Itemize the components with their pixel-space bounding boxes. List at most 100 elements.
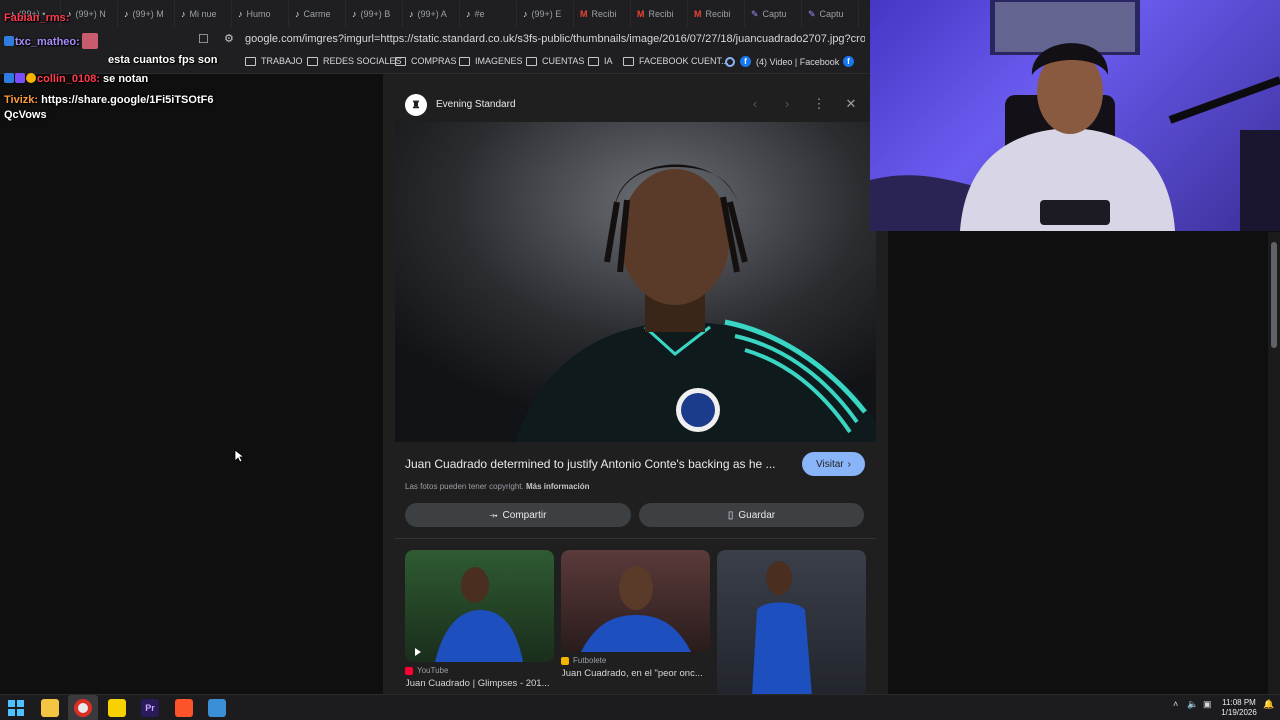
gmail-icon: M xyxy=(637,9,645,19)
next-arrow-icon[interactable]: › xyxy=(779,96,795,111)
windows-start-icon[interactable] xyxy=(7,699,25,717)
tiktok-icon: ♪ xyxy=(523,9,528,19)
photos-icon[interactable] xyxy=(208,699,226,717)
bookmark-compras[interactable]: COMPRAS xyxy=(395,56,457,66)
browser-tab[interactable]: ♪ (99+) M xyxy=(118,1,175,27)
tray-overflow-icon[interactable]: ˄ xyxy=(1173,699,1178,709)
streamer-webcam xyxy=(870,0,1280,231)
bookmark-facebook-cuentas[interactable]: FACEBOOK CUENT... xyxy=(623,56,729,66)
player-photo xyxy=(581,566,691,652)
webcam-feed xyxy=(870,0,1280,231)
badge-icon xyxy=(4,36,14,46)
brave-browser-icon[interactable] xyxy=(175,699,193,717)
facebook-icon[interactable]: f xyxy=(843,56,854,67)
mouse-cursor-icon xyxy=(234,449,244,463)
bookmark-cuentas[interactable]: CUENTAS xyxy=(526,56,584,66)
image-viewer-panel: ♜ Evening Standard ‹ › ⋮ ✕ Juan Cuadrado… xyxy=(383,74,888,696)
related-title: Juan Cuadrado, en el "peor onc... xyxy=(561,668,703,679)
source-name: Evening Standard xyxy=(436,99,516,110)
tiktok-icon: ♪ xyxy=(238,9,243,19)
image-caption[interactable]: Juan Cuadrado determined to justify Anto… xyxy=(405,457,790,471)
tiktok-icon: ♪ xyxy=(352,9,357,19)
tiktok-icon: ♪ xyxy=(124,9,129,19)
browser-tab[interactable]: ♪ Mi nue xyxy=(175,1,232,27)
volume-icon[interactable]: 🔈 xyxy=(1187,699,1198,710)
bookmark-icon[interactable]: ☐ xyxy=(198,32,212,48)
premiere-icon[interactable]: Pr xyxy=(141,699,159,717)
more-info-link[interactable]: Más información xyxy=(526,482,590,491)
bookmark-ia[interactable]: IA xyxy=(588,56,613,66)
source-logo-icon: ♜ xyxy=(405,94,427,116)
gmail-icon: M xyxy=(694,9,702,19)
browser-tab[interactable]: ♪ Carme xyxy=(289,1,346,27)
player-photo xyxy=(435,567,523,662)
related-image[interactable] xyxy=(717,550,866,696)
site-settings-icon[interactable]: ⚙ xyxy=(224,32,234,45)
obs-icon[interactable] xyxy=(74,699,92,717)
related-image[interactable]: YouTube Juan Cuadrado | Glimpses - 201..… xyxy=(405,550,554,689)
bookmark-redes-sociales[interactable]: REDES SOCIALES xyxy=(307,56,402,66)
system-clock[interactable]: 11:08 PM 1/19/2026 xyxy=(1216,698,1262,718)
futbolete-icon xyxy=(561,656,569,665)
share-button[interactable]: ⤞ Compartir xyxy=(405,503,631,527)
emote-icon xyxy=(81,33,98,49)
chat-message: txc_matheo: xyxy=(4,33,98,49)
visit-button[interactable]: Visitar › xyxy=(802,452,865,476)
file-explorer-icon[interactable] xyxy=(41,699,59,717)
previous-arrow-icon[interactable]: ‹ xyxy=(747,96,763,111)
address-bar: ☐ ⚙ google.com/imgres?imgurl=https://sta… xyxy=(0,28,870,52)
folder-icon xyxy=(526,56,537,66)
main-image[interactable] xyxy=(395,122,876,442)
browser-tab[interactable]: M Recibi xyxy=(574,1,631,27)
related-image-thumbnail xyxy=(561,550,710,652)
url-field[interactable]: google.com/imgres?imgurl=https://static.… xyxy=(245,33,865,45)
facebook-icon: f xyxy=(740,56,751,67)
folder-icon xyxy=(307,56,318,66)
browser-tab[interactable]: M Recibi xyxy=(631,1,688,27)
taskbar: Pr ˄ 🔈 ▣ 11:08 PM 1/19/2026 🔔 xyxy=(0,694,1280,720)
tiktok-icon: ♪ xyxy=(466,9,471,19)
viewer-header: ♜ Evening Standard ‹ › ⋮ ✕ xyxy=(383,74,888,122)
related-image[interactable]: Futbolete Juan Cuadrado, en el "peor onc… xyxy=(561,550,710,679)
player-photo xyxy=(395,122,876,442)
scrollbar-thumb[interactable] xyxy=(1271,242,1277,348)
folder-icon xyxy=(588,56,599,66)
network-icon[interactable]: ▣ xyxy=(1203,699,1212,710)
browser-tab[interactable]: ♪ (99+) E xyxy=(517,1,574,27)
browser-tab[interactable]: M Recibi xyxy=(688,1,745,27)
browser-tab[interactable]: ✎ Captu xyxy=(745,1,802,27)
gmail-icon: M xyxy=(580,9,588,19)
folder-icon xyxy=(245,56,256,66)
more-options-icon[interactable]: ⋮ xyxy=(811,96,827,112)
badge-icon xyxy=(26,73,36,83)
notification-bell-icon[interactable]: 🔔 xyxy=(1263,699,1274,710)
browser-tab[interactable]: ♪ (99+) B xyxy=(346,1,403,27)
save-button[interactable]: ▯ Guardar xyxy=(639,503,864,527)
chrome-icon xyxy=(725,56,735,67)
bookmark-facebook-video[interactable]: f (4) Video | Facebook xyxy=(725,56,839,67)
browser-tab[interactable]: ♪ (99+) N xyxy=(61,1,118,27)
divider xyxy=(395,538,876,539)
browser-tab[interactable]: ♪ Humo xyxy=(232,1,289,27)
badge-icon xyxy=(15,73,25,83)
related-image-thumbnail xyxy=(405,550,554,662)
bookmark-imagenes[interactable]: IMAGENES xyxy=(459,56,523,66)
related-source: YouTube xyxy=(405,666,554,675)
chat-message: collin_0108: se notan xyxy=(4,73,148,85)
play-icon xyxy=(415,648,421,656)
badge-icon xyxy=(4,73,14,83)
chevron-right-icon: › xyxy=(847,458,851,470)
chat-message: QcVows xyxy=(4,109,47,121)
bookmark-trabajo[interactable]: TRABAJO xyxy=(245,56,303,66)
sticky-notes-icon[interactable] xyxy=(108,699,126,717)
bookmark-save-icon: ▯ xyxy=(727,509,734,521)
related-title: Juan Cuadrado | Glimpses - 201... xyxy=(405,678,550,689)
related-source: Futbolete xyxy=(561,656,710,665)
browser-tab[interactable]: ♪ (99+) A xyxy=(403,1,460,27)
browser-tab[interactable]: ♪ #e xyxy=(460,1,517,27)
browser-tab[interactable]: ✎ Captu xyxy=(802,1,859,27)
tiktok-icon: ♪ xyxy=(181,9,186,19)
player-photo xyxy=(752,561,812,696)
close-icon[interactable]: ✕ xyxy=(843,96,859,112)
pen-icon: ✎ xyxy=(808,8,816,19)
